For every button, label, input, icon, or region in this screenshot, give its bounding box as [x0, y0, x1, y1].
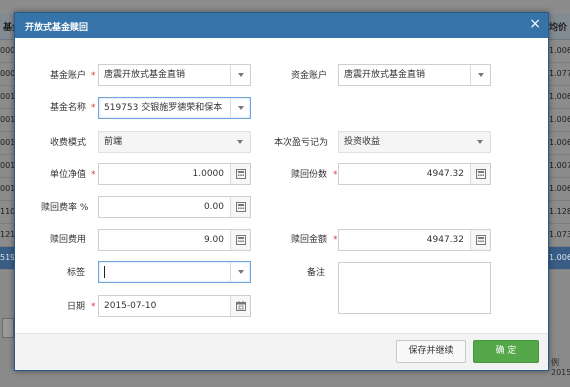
save-and-continue-button[interactable]: 保存并继续 [396, 340, 466, 363]
pnl-record-select[interactable]: 投资收益 [338, 131, 491, 153]
dialog-footer: 保存并继续 确 定 [15, 333, 548, 370]
capital-account-select[interactable]: 唐震开放式基金直销 [338, 64, 491, 86]
close-icon[interactable]: × [529, 17, 541, 31]
dialog-header: 开放式基金赎回 × [15, 13, 548, 38]
grid-cell-price: 1.0060 [549, 92, 570, 101]
footer-text: 例2015 [551, 358, 570, 377]
grid-cell-price: 1.0771 [549, 69, 570, 78]
fund-name-value: 519753 交银施罗德荣和保本 [104, 103, 223, 113]
grid-cell-code: 000 [0, 46, 16, 55]
dialog-title: 开放式基金赎回 [25, 23, 89, 33]
grid-cell-price: 1.0072 [549, 161, 570, 170]
grid-cell-price: 1.0060 [549, 253, 570, 262]
footer-scroll-handle[interactable] [2, 318, 14, 338]
calculator-icon[interactable] [470, 164, 490, 184]
calculator-icon[interactable] [470, 230, 490, 250]
remark-label: 备注 [307, 268, 326, 278]
calculator-icon[interactable] [230, 197, 250, 217]
calculator-icon[interactable] [230, 230, 250, 250]
grid-cell-code: 001 [0, 92, 16, 101]
grid-header-avg-price: 均价 [549, 23, 568, 33]
unit-nav-label: 单位净值 [50, 170, 87, 180]
required-mark: * [333, 170, 338, 180]
fee-mode-value: 前端 [104, 137, 123, 147]
redeem-dialog: 开放式基金赎回 × 基金账户 * 唐震开放式基金直销 资金账户 唐震开放式基金直… [14, 12, 549, 371]
confirm-button[interactable]: 确 定 [473, 340, 539, 363]
text-cursor [104, 265, 105, 278]
required-mark: * [91, 103, 96, 113]
redeem-amount-label: 赎回金额 [291, 235, 328, 245]
fund-account-label: 基金账户 [50, 71, 87, 81]
fee-mode-select[interactable]: 前端 [98, 131, 251, 153]
redeem-fee-input[interactable]: 9.00 [98, 229, 251, 251]
required-mark: * [91, 71, 96, 81]
calculator-icon[interactable] [230, 164, 250, 184]
grid-cell-code: 000 [0, 69, 16, 78]
fund-name-select[interactable]: 519753 交银施罗德荣和保本 [98, 97, 251, 119]
grid-cell-code: 001 [0, 138, 16, 147]
calendar-icon[interactable] [230, 296, 250, 316]
chevron-down-icon[interactable] [230, 98, 250, 118]
redeem-shares-input[interactable]: 4947.32 [338, 163, 491, 185]
chevron-down-icon[interactable] [470, 65, 490, 85]
capital-account-label: 资金账户 [291, 71, 328, 81]
grid-cell-price: 1.0060 [549, 46, 570, 55]
redeem-amount-value: 4947.32 [426, 235, 464, 245]
required-mark: * [91, 170, 96, 180]
grid-cell-price: 1.0060 [549, 138, 570, 147]
unit-nav-value: 1.0000 [192, 169, 225, 179]
grid-cell-code: 110 [0, 207, 16, 216]
redeem-rate-value: 0.00 [203, 202, 224, 212]
grid-cell-code: 001 [0, 115, 16, 124]
capital-account-value: 唐震开放式基金直销 [344, 70, 426, 80]
grid-cell-price: 1.1284 [549, 207, 570, 216]
required-mark: * [91, 302, 96, 312]
pnl-record-value: 投资收益 [344, 137, 381, 147]
redeem-fee-value: 9.00 [203, 235, 224, 245]
date-value: 2015-07-10 [104, 301, 157, 311]
grid-cell-price: 1.0730 [549, 230, 570, 239]
grid-cell-price: 1.0060 [549, 115, 570, 124]
fund-account-value: 唐震开放式基金直销 [104, 70, 186, 80]
date-input[interactable]: 2015-07-10 [98, 295, 251, 317]
redeem-shares-label: 赎回份数 [291, 170, 328, 180]
redeem-amount-input[interactable]: 4947.32 [338, 229, 491, 251]
fee-mode-label: 收费模式 [50, 138, 87, 148]
chevron-down-icon[interactable] [230, 132, 250, 152]
redeem-shares-value: 4947.32 [426, 169, 464, 179]
redeem-fee-label: 赎回费用 [50, 235, 87, 245]
required-mark: * [333, 235, 338, 245]
remark-textarea[interactable] [338, 262, 491, 314]
grid-cell-code: 001 [0, 161, 16, 170]
chevron-down-icon[interactable] [470, 132, 490, 152]
date-label: 日期 [67, 302, 86, 312]
fund-name-label: 基金名称 [50, 103, 87, 113]
pnl-record-label: 本次盈亏记为 [274, 138, 329, 148]
fund-account-select[interactable]: 唐震开放式基金直销 [98, 64, 251, 86]
chevron-down-icon[interactable] [230, 65, 250, 85]
redeem-rate-label: 赎回费率 % [41, 203, 89, 213]
grid-cell-code: 121 [0, 230, 16, 239]
grid-cell-code: 519 [0, 253, 16, 262]
unit-nav-input[interactable]: 1.0000 [98, 163, 251, 185]
grid-cell-price: 1.0060 [549, 184, 570, 193]
redeem-rate-input[interactable]: 0.00 [98, 196, 251, 218]
grid-cell-code: 001 [0, 184, 16, 193]
chevron-down-icon[interactable] [230, 262, 250, 282]
tag-select[interactable] [98, 261, 251, 283]
tag-label: 标签 [67, 268, 86, 278]
